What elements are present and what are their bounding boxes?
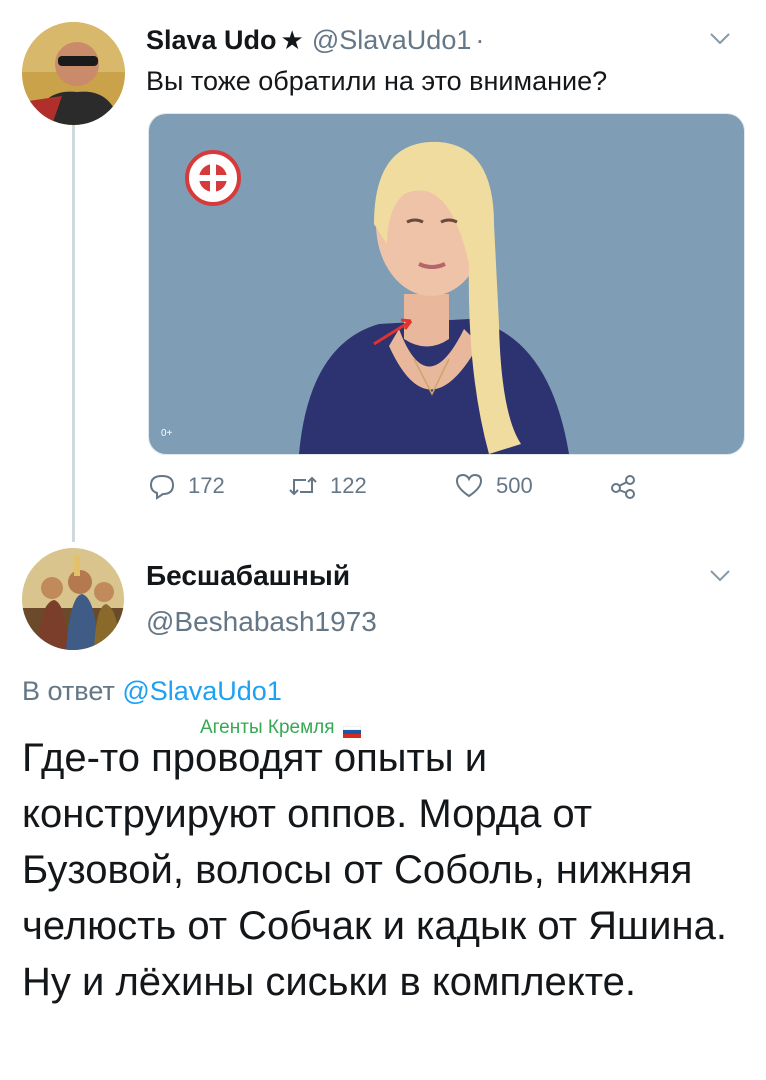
separator-dot: ·	[475, 25, 485, 55]
display-name[interactable]: Slava Udo	[146, 25, 277, 55]
avatar[interactable]	[22, 22, 125, 125]
tweet1-text: Вы тоже обратили на это внимание?	[146, 66, 608, 96]
user-handle[interactable]: @Beshabash1973	[146, 606, 377, 638]
user-handle[interactable]: @SlavaUdo1	[312, 25, 472, 55]
age-rating: 0+	[161, 428, 173, 439]
tweet-media-image[interactable]: 0+	[148, 113, 745, 455]
chevron-down-icon[interactable]	[706, 561, 734, 589]
avatar[interactable]	[22, 548, 124, 650]
like-count: 500	[496, 473, 533, 498]
reply-mention-link[interactable]: @SlavaUdo1	[122, 676, 282, 706]
reply-context: В ответ @SlavaUdo1	[22, 676, 282, 707]
verified-star-icon: ★	[280, 25, 304, 55]
like-icon	[455, 473, 483, 498]
channel-logo-icon	[185, 150, 241, 206]
display-name[interactable]: Бесшабашный	[146, 560, 350, 592]
retweet-icon	[289, 476, 317, 496]
share-icon	[611, 475, 635, 499]
share-action[interactable]	[610, 472, 650, 500]
retweet-action[interactable]: 122	[288, 472, 367, 500]
reply-prefix: В ответ	[22, 676, 115, 706]
chevron-down-icon[interactable]	[706, 24, 734, 52]
retweet-count: 122	[330, 473, 367, 498]
like-action[interactable]: 500	[454, 472, 533, 500]
reply-icon	[149, 474, 175, 500]
tweet1-header: Slava Udo ★ @SlavaUdo1 ·	[146, 22, 484, 58]
reply-action[interactable]: 172	[148, 472, 225, 500]
thread-line	[72, 122, 75, 542]
tweet2-text: Где-то проводят опыты и конструируют опп…	[22, 736, 727, 1004]
reply-count: 172	[188, 473, 225, 498]
